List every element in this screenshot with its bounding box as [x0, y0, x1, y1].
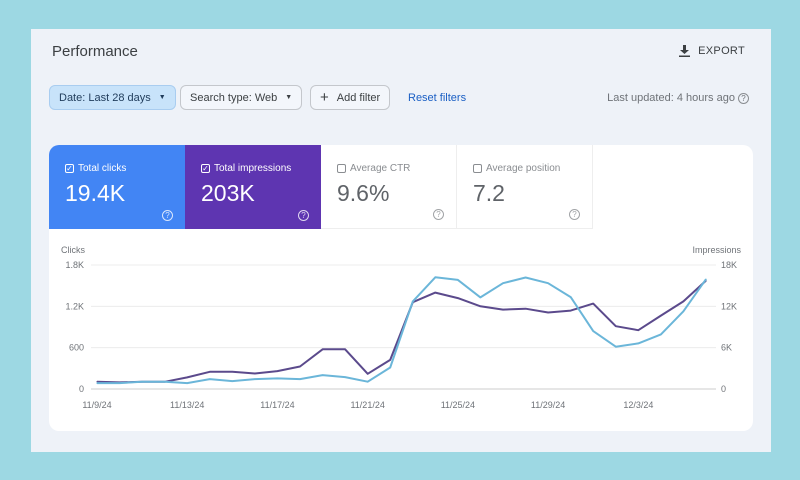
- data-point-left-axis: [682, 310, 685, 312]
- data-point-left-axis: [299, 378, 301, 380]
- data-point-left-axis: [164, 381, 166, 383]
- left-tick-label: 600: [69, 343, 84, 353]
- data-point-right-axis: [615, 325, 617, 327]
- data-point-right-axis: [186, 376, 188, 378]
- data-point-left-axis: [705, 278, 707, 280]
- data-point-left-axis: [502, 282, 504, 284]
- date-filter-label: Date: Last 28 days: [59, 91, 151, 104]
- data-point-right-axis: [344, 348, 346, 350]
- data-point-right-axis: [525, 308, 527, 310]
- export-label: EXPORT: [698, 45, 745, 57]
- last-updated-text: Last updated: 4 hours ago: [607, 92, 735, 104]
- x-tick-label: 11/21/24: [350, 400, 384, 410]
- right-axis-label: Impressions: [692, 245, 741, 255]
- data-point-right-axis: [254, 372, 256, 375]
- data-point-right-axis: [547, 311, 549, 314]
- data-point-left-axis: [344, 376, 346, 378]
- data-point-left-axis: [367, 381, 369, 383]
- performance-panel: Performance EXPORT Date: Last 28 days ▼ S…: [31, 29, 771, 452]
- data-point-left-axis: [547, 282, 549, 284]
- x-tick-label: 11/13/24: [170, 400, 204, 410]
- data-point-left-axis: [141, 381, 143, 383]
- add-filter-button[interactable]: + Add filter: [310, 85, 391, 110]
- data-point-left-axis: [479, 296, 481, 298]
- data-point-right-axis: [570, 310, 572, 312]
- data-point-right-axis: [322, 348, 324, 350]
- right-tick-label: 0: [721, 384, 726, 394]
- data-point-left-axis: [276, 377, 278, 379]
- chart-card: ✓ Total clicks 19.4K? ✓ Total impressions 20…: [49, 145, 753, 431]
- caret-down-icon: ▼: [285, 94, 293, 101]
- data-point-left-axis: [637, 342, 639, 344]
- x-tick-label: 12/3/24: [623, 400, 653, 410]
- data-point-left-axis: [389, 366, 391, 369]
- data-point-right-axis: [457, 297, 459, 299]
- data-point-left-axis: [322, 374, 324, 376]
- search-type-chip[interactable]: Search type: Web ▼: [180, 85, 303, 110]
- export-button[interactable]: EXPORT: [679, 45, 745, 57]
- page-title: Performance: [52, 43, 138, 60]
- data-point-right-axis: [231, 371, 233, 373]
- search-type-label: Search type: Web: [190, 91, 278, 104]
- data-point-left-axis: [186, 382, 188, 384]
- add-filter-label: Add filter: [336, 91, 381, 104]
- download-icon: [679, 45, 691, 57]
- data-point-right-axis: [389, 359, 391, 361]
- data-point-left-axis: [209, 378, 211, 380]
- data-point-left-axis: [660, 333, 662, 335]
- last-updated: Last updated: 4 hours ago ?: [607, 92, 749, 104]
- data-point-left-axis: [96, 382, 98, 384]
- data-point-left-axis: [592, 330, 594, 332]
- data-point-left-axis: [231, 380, 233, 382]
- data-point-left-axis: [254, 378, 256, 380]
- left-axis-label: Clicks: [61, 245, 85, 255]
- right-tick-label: 12K: [721, 301, 737, 311]
- data-point-right-axis: [502, 309, 504, 311]
- x-tick-label: 11/25/24: [441, 400, 475, 410]
- data-point-right-axis: [367, 373, 369, 375]
- right-tick-label: 6K: [721, 343, 732, 353]
- data-point-right-axis: [479, 305, 481, 307]
- data-point-left-axis: [525, 276, 527, 279]
- x-tick-label: 11/29/24: [531, 400, 565, 410]
- data-point-right-axis: [637, 329, 639, 331]
- plus-icon: +: [320, 89, 329, 106]
- data-point-left-axis: [570, 296, 572, 298]
- help-icon[interactable]: ?: [738, 93, 749, 104]
- data-point-left-axis: [119, 382, 121, 384]
- data-point-right-axis: [660, 315, 662, 317]
- left-tick-label: 0: [79, 384, 84, 394]
- data-point-left-axis: [412, 300, 414, 302]
- left-tick-label: 1.2K: [65, 301, 84, 311]
- data-point-right-axis: [276, 370, 278, 372]
- data-point-right-axis: [682, 300, 685, 302]
- right-tick-label: 18K: [721, 260, 737, 270]
- data-point-left-axis: [434, 276, 436, 278]
- data-point-left-axis: [615, 346, 617, 348]
- data-point-right-axis: [209, 371, 211, 373]
- left-tick-label: 1.8K: [65, 260, 84, 270]
- data-point-right-axis: [434, 292, 436, 294]
- x-tick-label: 11/9/24: [82, 400, 111, 410]
- performance-chart: Clicks Impressions 0 0 600 6K 1.2K 12K 1.8K 18K 11…: [61, 245, 742, 410]
- data-point-right-axis: [592, 303, 594, 305]
- data-point-left-axis: [457, 279, 459, 281]
- x-tick-label: 11/17/24: [260, 400, 294, 410]
- caret-down-icon: ▼: [158, 94, 166, 101]
- data-point-right-axis: [299, 365, 301, 368]
- reset-filters-link[interactable]: Reset filters: [408, 92, 466, 104]
- date-filter-chip[interactable]: Date: Last 28 days ▼: [49, 85, 176, 110]
